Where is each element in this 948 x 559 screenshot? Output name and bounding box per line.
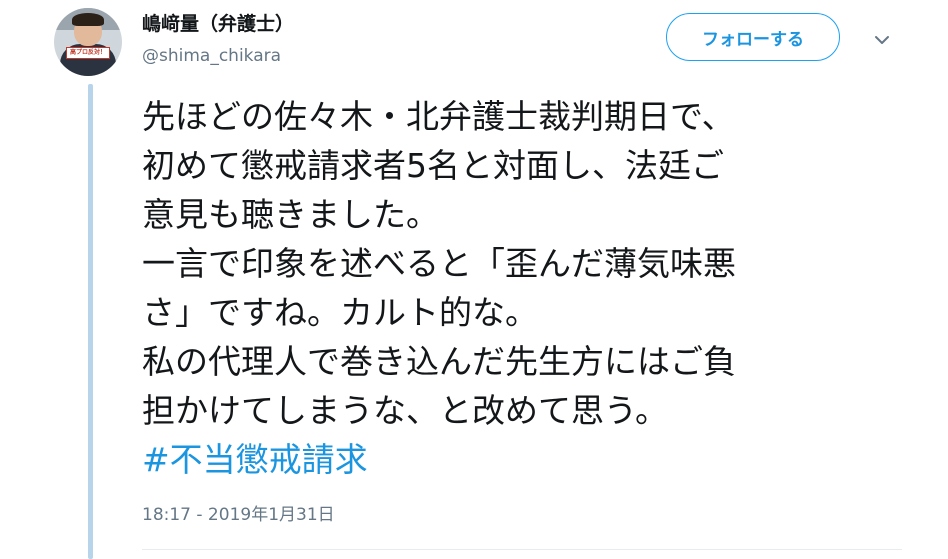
tweet-text: 先ほどの佐々木・北弁護士裁判期日で、 初めて懲戒請求者5名と対面し、法廷ご 意見… (142, 92, 932, 484)
tweet-timestamp[interactable]: 18:17 - 2019年1月31日 (142, 504, 335, 526)
user-handle[interactable]: @shima_chikara (142, 45, 281, 67)
follow-button-label: フォローする (702, 29, 804, 50)
avatar-hair (72, 13, 104, 26)
tweet-line: 私の代理人で巻き込んだ先生方にはご負 (142, 342, 736, 381)
tweet-line: 一言で印象を述べると「歪んだ薄気味悪 (142, 244, 736, 283)
follow-button[interactable]: フォローする (666, 13, 840, 61)
avatar[interactable]: 高プロ反対！ (54, 8, 122, 76)
tweet-line: 意見も聴きました。 (142, 195, 439, 234)
hashtag-link[interactable]: #不当懲戒請求 (142, 435, 932, 484)
tweet-line: 初めて懲戒請求者5名と対面し、法廷ご (142, 146, 724, 185)
thread-connector-line (88, 84, 93, 559)
tweet-line: さ」ですね。カルト的な。 (142, 293, 538, 332)
divider (142, 549, 902, 550)
display-name[interactable]: 嶋﨑量（弁護士） (142, 12, 294, 36)
tweet-line: 先ほどの佐々木・北弁護士裁判期日で、 (142, 97, 735, 136)
chevron-down-icon[interactable] (870, 30, 894, 50)
tweet-line: 担かけてしまうな、と改めて思う。 (142, 391, 669, 430)
avatar-sign: 高プロ反対！ (66, 47, 110, 59)
